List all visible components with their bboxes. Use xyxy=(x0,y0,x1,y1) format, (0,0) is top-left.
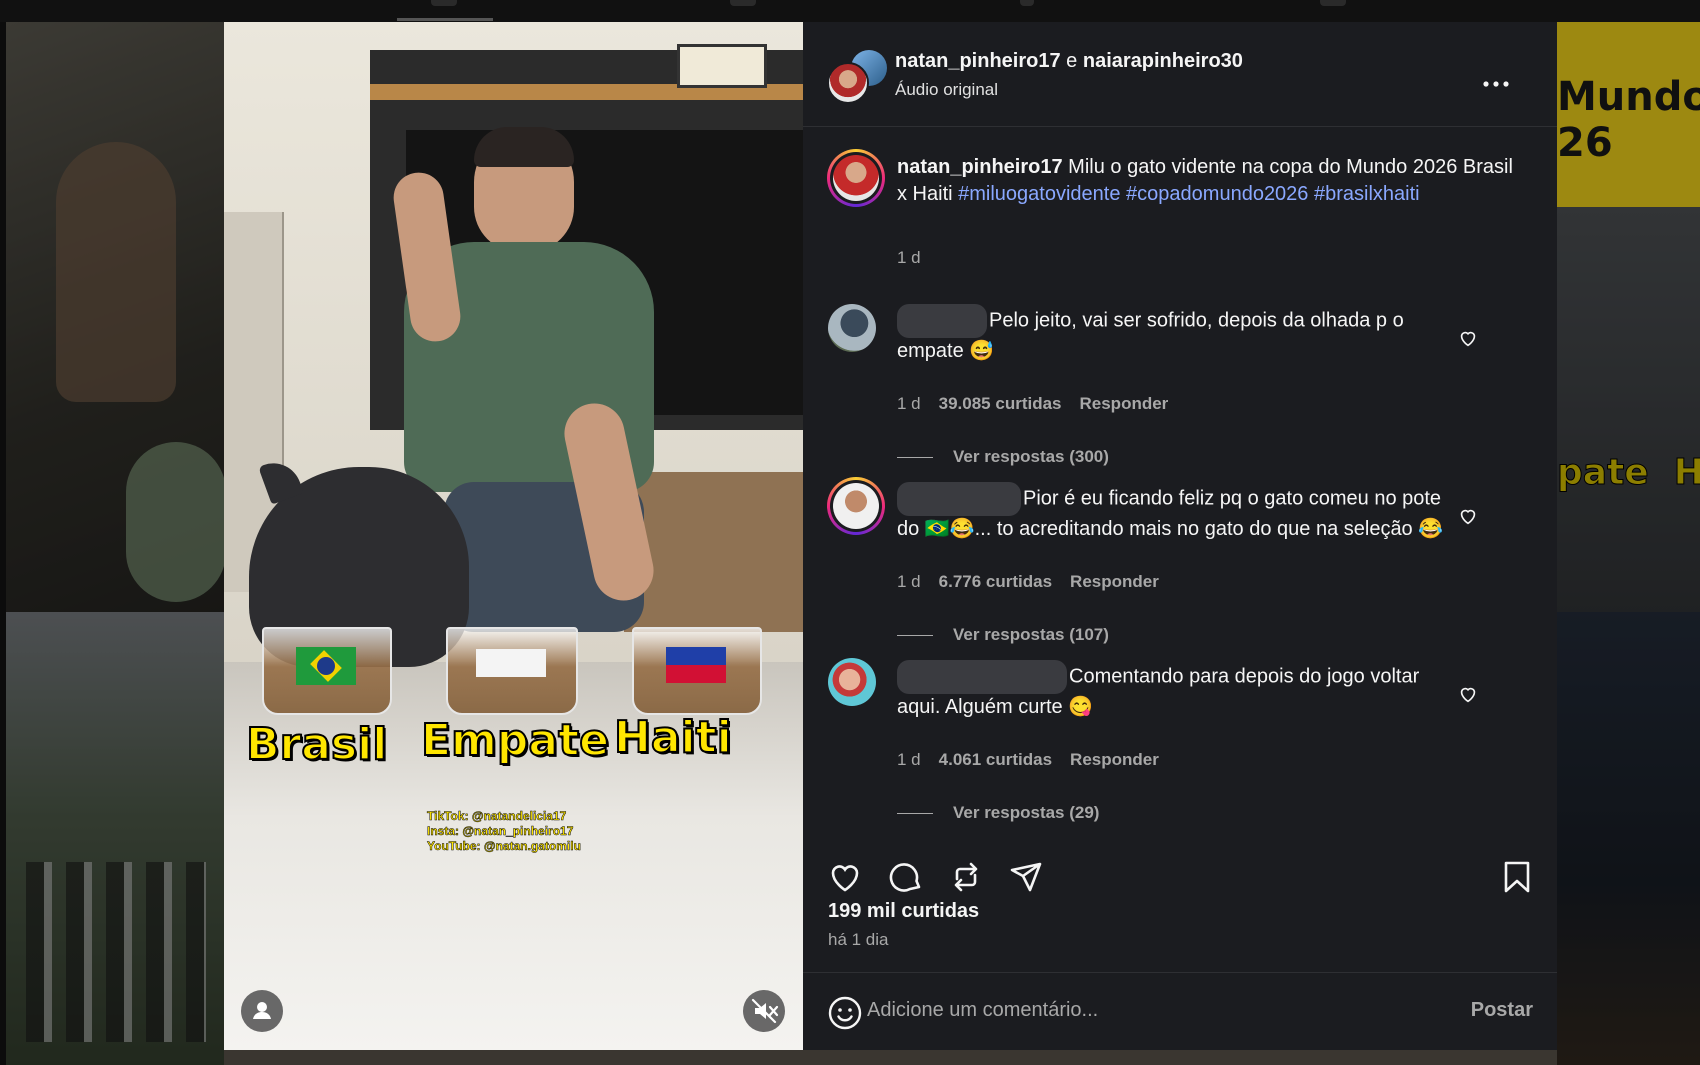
credit-tiktok: TikTok: @natandelicia17 xyxy=(427,809,567,824)
background-post-tile[interactable] xyxy=(6,22,224,612)
tv-stand xyxy=(624,472,803,632)
brazil-flag xyxy=(296,647,356,685)
audio-link[interactable]: Áudio original xyxy=(895,80,998,100)
video-player[interactable]: Brasil Empate Haiti TikTok: @natandelici… xyxy=(224,22,803,1050)
comment-meta: 1 d 4.061 curtidas Responder xyxy=(897,750,1159,770)
comment-input[interactable]: Adicione um comentário... xyxy=(867,999,1098,1022)
post-details-panel: natan_pinheiro17 e naiarapinheiro30 Áudi… xyxy=(803,22,1557,1050)
blurred-username[interactable] xyxy=(897,660,1067,694)
comment-body: Pior é eu ficando feliz pq o gato comeu … xyxy=(897,482,1457,543)
commenter-avatar[interactable] xyxy=(828,658,876,706)
coauthor-username[interactable]: naiarapinheiro30 xyxy=(1083,50,1243,72)
hashtag-link[interactable]: #brasilxhaiti xyxy=(1314,183,1420,205)
view-replies-button[interactable]: Ver respostas (107) xyxy=(897,625,1109,645)
top-nav-bar xyxy=(0,0,1700,22)
like-comment-heart-icon[interactable] xyxy=(1457,683,1479,705)
hashtag-link[interactable]: #copadomundo2026 xyxy=(1126,183,1308,205)
caption-time: 1 d xyxy=(897,248,921,267)
caption-username[interactable]: natan_pinheiro17 xyxy=(897,156,1063,178)
authors-joiner: e xyxy=(1066,50,1078,72)
blurred-username[interactable] xyxy=(897,304,987,338)
post-timestamp: há 1 dia xyxy=(828,930,889,949)
post-authors: natan_pinheiro17 e naiarapinheiro30 xyxy=(895,50,1243,73)
view-replies-label[interactable]: Ver respostas (29) xyxy=(953,803,1099,823)
commenter-avatar[interactable] xyxy=(828,304,876,352)
comment-body: Comentando para depois do jogo voltar aq… xyxy=(897,660,1457,721)
credit-instagram: Insta: @natan_pinheiro17 xyxy=(427,824,574,839)
author-username[interactable]: natan_pinheiro17 xyxy=(895,50,1061,72)
food-pot-haiti xyxy=(632,627,762,715)
food-pot-brasil xyxy=(262,627,392,715)
repost-icon[interactable] xyxy=(946,857,986,897)
like-comment-heart-icon[interactable] xyxy=(1457,327,1479,349)
share-paper-plane-icon[interactable] xyxy=(1006,857,1046,897)
reply-button[interactable]: Responder xyxy=(1070,572,1159,592)
view-replies-button[interactable]: Ver respostas (300) xyxy=(897,447,1109,467)
more-horizontal-icon xyxy=(1483,81,1509,87)
video-credits: TikTok: @natandelicia17 Insta: @natan_pi… xyxy=(427,809,581,854)
hashtag-link[interactable]: #miluogatovidente xyxy=(958,183,1120,205)
credit-youtube: YouTube: @natan.gatomilu xyxy=(427,839,581,854)
comment-bubble-icon[interactable] xyxy=(886,857,926,897)
replies-divider xyxy=(897,456,933,458)
haiti-flag-bottom xyxy=(666,665,726,683)
post-caption: natan_pinheiro17 Milu o gato vidente na … xyxy=(897,154,1517,208)
reply-button[interactable]: Responder xyxy=(1080,394,1169,414)
view-replies-label[interactable]: Ver respostas (107) xyxy=(953,625,1109,645)
comment-time: 1 d xyxy=(897,394,921,413)
person-icon xyxy=(253,1002,271,1019)
mute-toggle-button[interactable] xyxy=(743,990,785,1032)
person-hair xyxy=(474,127,574,167)
commenter-avatar xyxy=(833,483,879,529)
replies-divider xyxy=(897,634,933,636)
emoji-picker-icon[interactable] xyxy=(827,995,863,1031)
search-tab-icon[interactable] xyxy=(1020,0,1034,6)
post-modal: Brasil Empate Haiti TikTok: @natandelici… xyxy=(224,22,1557,1050)
comment-meta: 1 d 39.085 curtidas Responder xyxy=(897,394,1168,414)
empate-tag xyxy=(476,649,546,677)
muted-speaker-icon xyxy=(751,998,779,1024)
view-replies-button[interactable]: Ver respostas (29) xyxy=(897,803,1099,823)
comment-likes[interactable]: 4.061 curtidas xyxy=(939,750,1052,770)
comment-time: 1 d xyxy=(897,572,921,591)
more-options-button[interactable] xyxy=(1480,74,1512,94)
like-heart-icon[interactable] xyxy=(825,857,865,897)
active-tab-indicator xyxy=(397,18,493,21)
post-comment-button[interactable]: Postar xyxy=(1471,999,1533,1022)
tagged-users-button[interactable] xyxy=(241,990,283,1032)
video-label-brasil: Brasil xyxy=(245,718,388,771)
video-label-empate: Empate xyxy=(420,714,610,767)
caption-avatar xyxy=(833,155,879,201)
reels-tab-icon[interactable] xyxy=(730,0,756,6)
food-pot-empate xyxy=(446,627,578,715)
comment-time: 1 d xyxy=(897,750,921,769)
reply-button[interactable]: Responder xyxy=(1070,750,1159,770)
save-bookmark-icon[interactable] xyxy=(1497,857,1537,897)
comment-composer: Adicione um comentário... Postar xyxy=(803,972,1557,1050)
post-header: natan_pinheiro17 e naiarapinheiro30 Áudi… xyxy=(803,22,1557,127)
comment-likes[interactable]: 6.776 curtidas xyxy=(939,572,1052,592)
blurred-username[interactable] xyxy=(897,482,1021,516)
author-avatar[interactable] xyxy=(827,62,869,104)
haiti-flag-top xyxy=(666,647,726,665)
grid-tab-icon[interactable] xyxy=(431,0,457,6)
comment-likes[interactable]: 39.085 curtidas xyxy=(939,394,1062,414)
comment-body: Pelo jeito, vai ser sofrido, depois da o… xyxy=(897,304,1457,365)
like-comment-heart-icon[interactable] xyxy=(1457,505,1479,527)
commenter-avatar-ring[interactable] xyxy=(827,477,885,535)
replies-divider xyxy=(897,812,933,814)
background-post-tile[interactable] xyxy=(6,612,224,1065)
video-label-haiti: Haiti xyxy=(613,711,733,764)
view-replies-label[interactable]: Ver respostas (300) xyxy=(953,447,1109,467)
tagged-tab-icon[interactable] xyxy=(1320,0,1346,6)
comment-meta: 1 d 6.776 curtidas Responder xyxy=(897,572,1159,592)
frame-decoration xyxy=(677,44,767,88)
caption-avatar-ring[interactable] xyxy=(827,149,885,207)
background-post-tile[interactable]: Mundo 26 xyxy=(1557,22,1700,207)
post-likes-count[interactable]: 199 mil curtidas xyxy=(828,900,979,923)
background-post-strip xyxy=(224,1050,1557,1065)
background-post-tile[interactable]: pate Ha xyxy=(1557,207,1700,612)
background-post-tile[interactable] xyxy=(1557,612,1700,1065)
